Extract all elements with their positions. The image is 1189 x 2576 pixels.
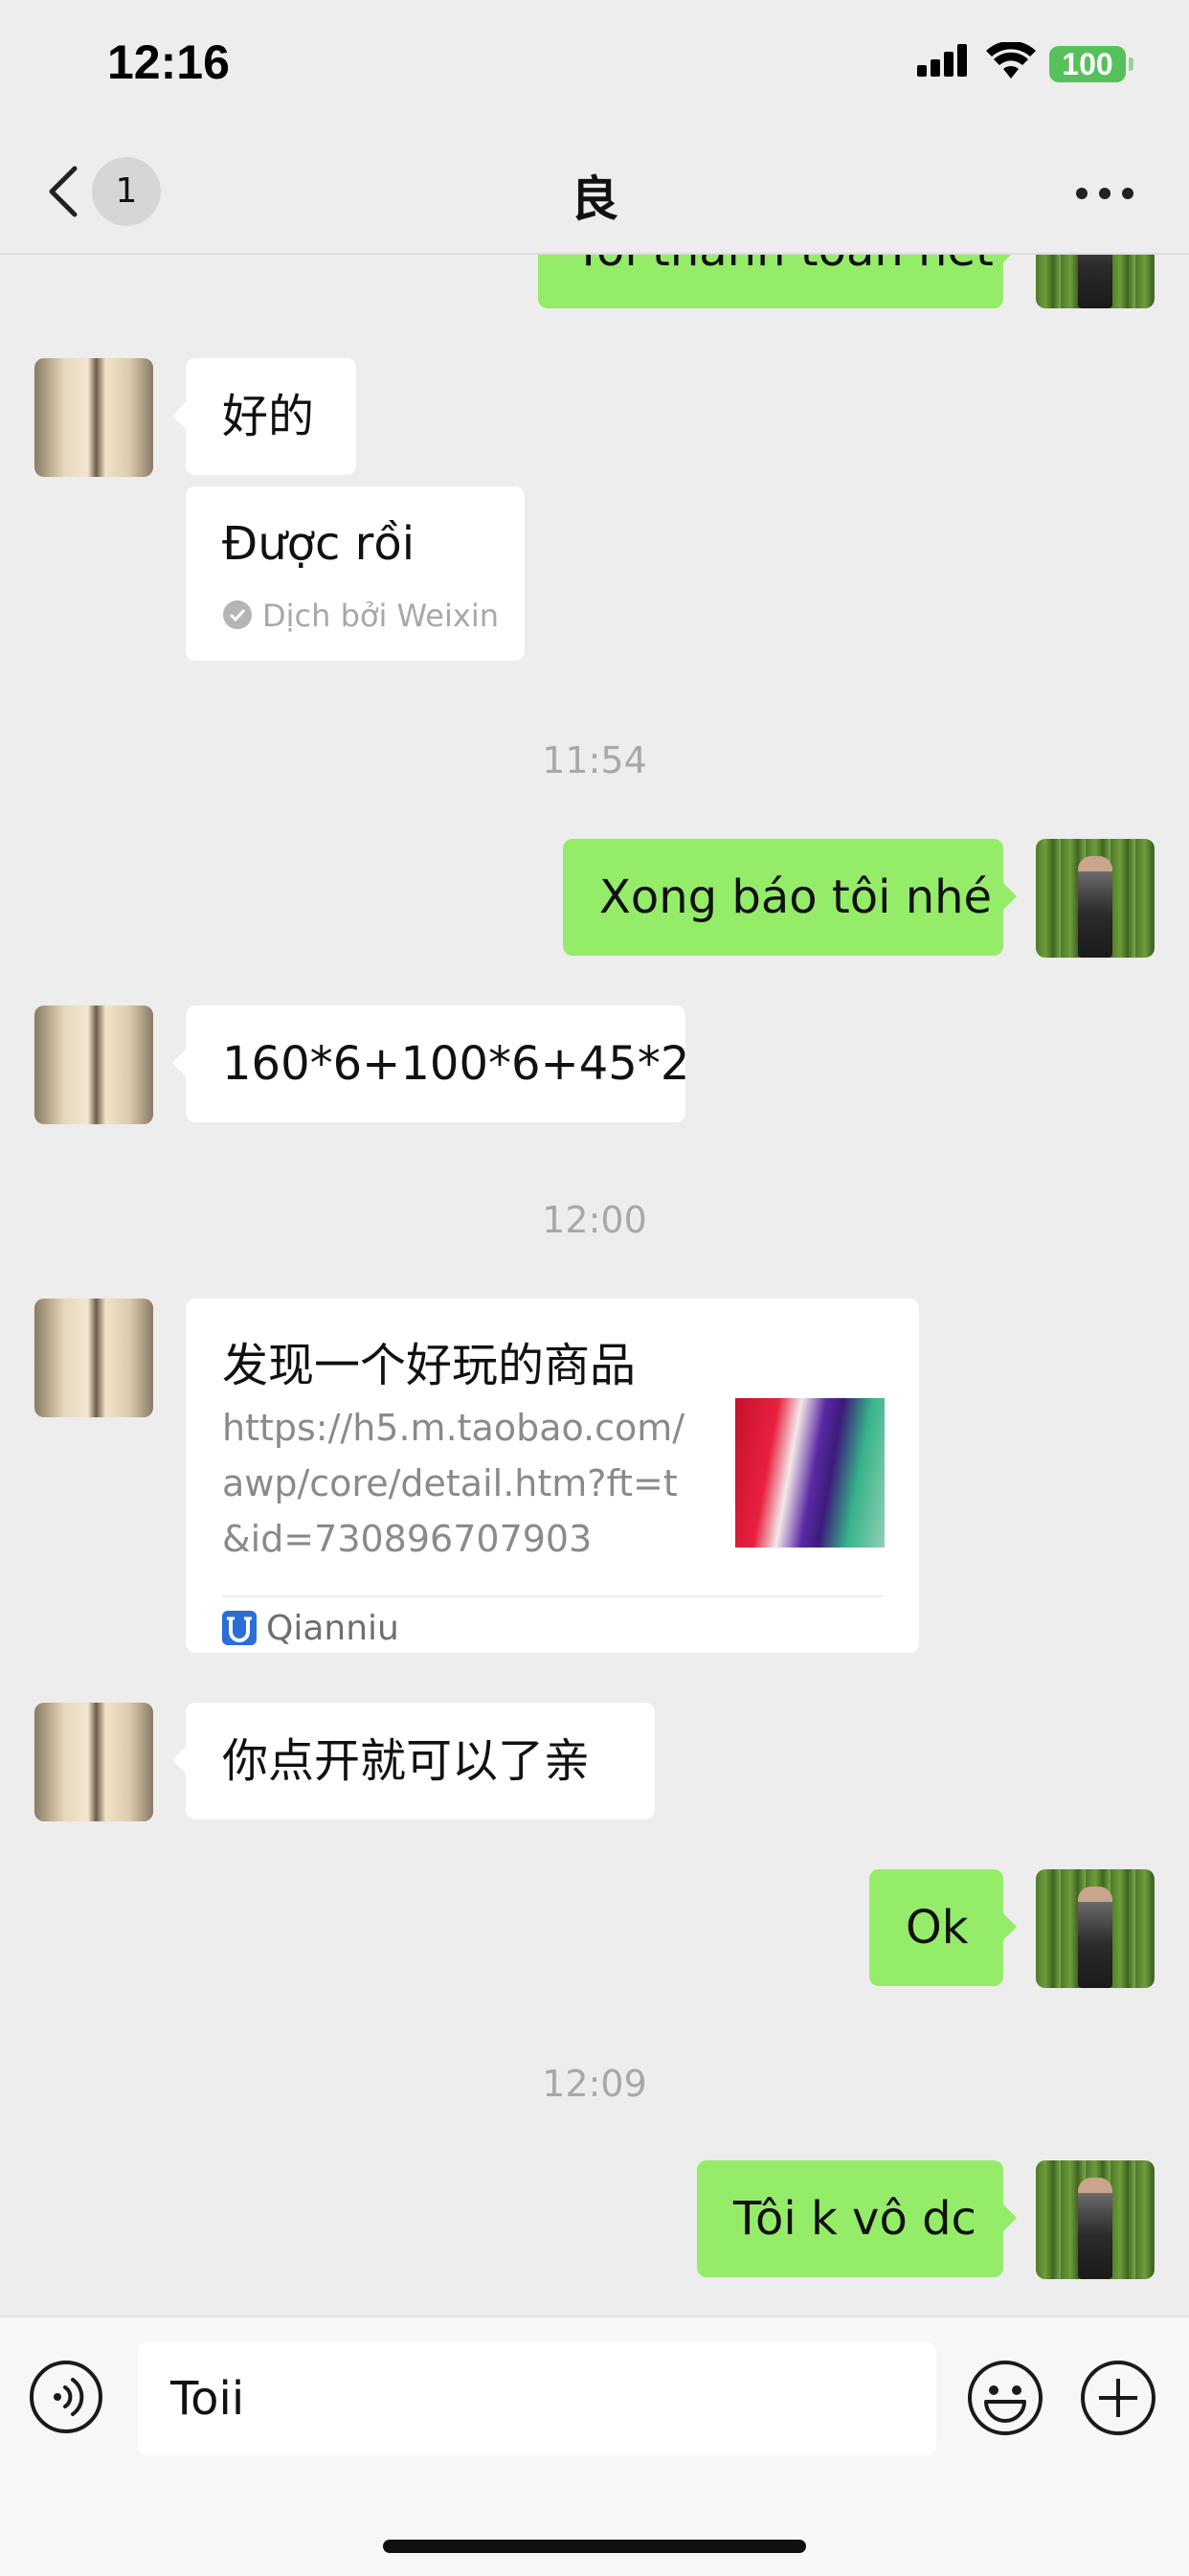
timestamp: 12:00 (542, 1199, 647, 1241)
message-incoming: 160*6+100*6+45*2 (0, 1006, 1189, 1124)
home-indicator[interactable] (383, 2540, 806, 2553)
timestamp: 12:09 (542, 2063, 647, 2105)
avatar-contact[interactable] (34, 1299, 153, 1417)
link-card-title: 发现一个好玩的商品 (222, 1339, 637, 1392)
chat-header: 1 良 (0, 134, 1189, 255)
qianniu-icon (222, 1611, 257, 1645)
message-list[interactable]: Tôi thanh toán hết 好的 Được rồi Dịch bởi … (0, 255, 1189, 2314)
product-thumbnail (735, 1398, 885, 1548)
check-circle-icon (223, 600, 252, 629)
link-card-url: https://h5.m.taobao.com/ awp/core/detail… (222, 1407, 685, 1560)
avatar-self[interactable] (1036, 839, 1155, 958)
message-bubble[interactable]: Tôi thanh toán hết (538, 255, 1017, 308)
message-incoming: 好的 (0, 358, 1189, 477)
message-outgoing: Tôi k vô dc (0, 2160, 1189, 2279)
timestamp: 11:54 (542, 739, 647, 781)
message-incoming: 你点开就可以了亲 (0, 1703, 1189, 1821)
avatar-contact[interactable] (34, 1006, 153, 1124)
link-card-source: Qianniu (266, 1609, 399, 1648)
avatar-self[interactable] (1036, 1869, 1155, 1988)
signal-icon (917, 44, 967, 77)
emoji-icon[interactable] (967, 2360, 1043, 2436)
card-divider (222, 1595, 883, 1597)
avatar-self[interactable] (1036, 255, 1155, 308)
wifi-icon (986, 42, 1036, 79)
battery-icon: 100 (1049, 46, 1133, 82)
message-bubble[interactable]: Ok (869, 1869, 1017, 1986)
input-bar: Toii (0, 2316, 1189, 2576)
message-bubble[interactable]: Xong báo tôi nhé (563, 839, 1017, 956)
message-outgoing: Ok (0, 1869, 1189, 1988)
message-input[interactable]: Toii (138, 2342, 936, 2455)
message-incoming-link: 发现一个好玩的商品 https://h5.m.taobao.com/ awp/c… (0, 1299, 1189, 1653)
avatar-contact[interactable] (34, 1703, 153, 1821)
translation-bubble[interactable]: Được rồi Dịch bởi Weixin (186, 486, 525, 661)
more-icon[interactable] (1076, 188, 1133, 201)
voice-icon[interactable] (29, 2360, 103, 2434)
avatar-self[interactable] (1036, 2160, 1155, 2279)
status-bar: 12:16 100 (0, 0, 1189, 134)
message-outgoing: Tôi thanh toán hết (0, 255, 1189, 308)
message-bubble[interactable]: 160*6+100*6+45*2 (172, 1006, 689, 1122)
chat-title: 良 (571, 171, 618, 227)
status-time: 12:16 (107, 35, 230, 89)
message-bubble[interactable]: 你点开就可以了亲 (172, 1703, 655, 1819)
translation-source: Dịch bởi Weixin (262, 598, 499, 634)
link-card[interactable]: 发现一个好玩的商品 https://h5.m.taobao.com/ awp/c… (186, 1299, 919, 1653)
avatar-contact[interactable] (34, 358, 153, 477)
message-outgoing: Xong báo tôi nhé (0, 839, 1189, 958)
translation-text: Được rồi (222, 517, 415, 571)
plus-icon[interactable] (1080, 2360, 1156, 2436)
message-bubble[interactable]: 好的 (172, 358, 356, 475)
message-bubble[interactable]: Tôi k vô dc (697, 2160, 1017, 2277)
